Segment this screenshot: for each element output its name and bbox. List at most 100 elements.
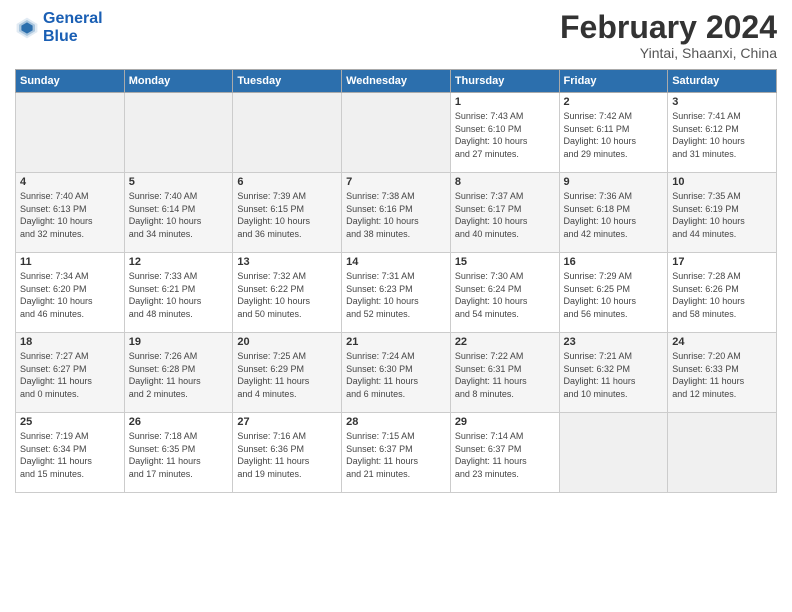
day-number: 9 [564, 176, 664, 188]
day-number: 10 [672, 176, 772, 188]
day-info: Sunrise: 7:25 AM Sunset: 6:29 PM Dayligh… [237, 350, 337, 400]
day-info: Sunrise: 7:16 AM Sunset: 6:36 PM Dayligh… [237, 430, 337, 480]
calendar-cell: 1Sunrise: 7:43 AM Sunset: 6:10 PM Daylig… [450, 93, 559, 173]
day-number: 17 [672, 256, 772, 268]
day-number: 23 [564, 336, 664, 348]
day-info: Sunrise: 7:19 AM Sunset: 6:34 PM Dayligh… [20, 430, 120, 480]
calendar-cell: 10 Sunrise: 7:35 AM Sunset: 6:19 PM Dayli… [668, 173, 777, 253]
calendar-week-2: 4Sunrise: 7:40 AM Sunset: 6:13 PM Daylig… [16, 173, 777, 253]
day-info: Sunrise: 7:24 AM Sunset: 6:30 PM Dayligh… [346, 350, 446, 400]
header: General Blue February 2024 Yintai, Shaan… [15, 10, 777, 61]
day-number: 6 [237, 176, 337, 188]
day-number: 25 [20, 416, 120, 428]
day-number: 2 [564, 96, 664, 108]
calendar-table: SundayMondayTuesdayWednesdayThursdayFrid… [15, 69, 777, 493]
day-number: 1 [455, 96, 555, 108]
calendar-cell: 28Sunrise: 7:15 AM Sunset: 6:37 PM Dayli… [342, 413, 451, 493]
day-number: 4 [20, 176, 120, 188]
day-number: 24 [672, 336, 772, 348]
calendar-cell [559, 413, 668, 493]
page-container: General Blue February 2024 Yintai, Shaan… [0, 0, 792, 503]
title-block: February 2024 Yintai, Shaanxi, China [560, 10, 777, 61]
calendar-cell: 18 Sunrise: 7:27 AM Sunset: 6:27 PM Dayli… [16, 333, 125, 413]
day-info: Sunrise: 7:26 AM Sunset: 6:28 PM Dayligh… [129, 350, 229, 400]
calendar-cell: 22Sunrise: 7:22 AM Sunset: 6:31 PM Dayli… [450, 333, 559, 413]
day-info: Sunrise: 7:36 AM Sunset: 6:18 PM Dayligh… [564, 190, 664, 240]
day-number: 21 [346, 336, 446, 348]
day-info: Sunrise: 7:28 AM Sunset: 6:26 PM Dayligh… [672, 270, 772, 320]
day-info: Sunrise: 7:42 AM Sunset: 6:11 PM Dayligh… [564, 110, 664, 160]
day-info: Sunrise: 7:41 AM Sunset: 6:12 PM Dayligh… [672, 110, 772, 160]
calendar-cell: 23 Sunrise: 7:21 AM Sunset: 6:32 PM Dayli… [559, 333, 668, 413]
day-number: 29 [455, 416, 555, 428]
day-number: 8 [455, 176, 555, 188]
day-info: Sunrise: 7:27 AM Sunset: 6:27 PM Dayligh… [20, 350, 120, 400]
day-number: 16 [564, 256, 664, 268]
day-info: Sunrise: 7:34 AM Sunset: 6:20 PM Dayligh… [20, 270, 120, 320]
weekday-header-row: SundayMondayTuesdayWednesdayThursdayFrid… [16, 70, 777, 93]
calendar-cell: 11 Sunrise: 7:34 AM Sunset: 6:20 PM Dayli… [16, 253, 125, 333]
calendar-cell: 24Sunrise: 7:20 AM Sunset: 6:33 PM Dayli… [668, 333, 777, 413]
calendar-cell: 29 Sunrise: 7:14 AM Sunset: 6:37 PM Dayli… [450, 413, 559, 493]
day-number: 28 [346, 416, 446, 428]
calendar-cell: 26 Sunrise: 7:18 AM Sunset: 6:35 PM Dayli… [124, 413, 233, 493]
calendar-cell [668, 413, 777, 493]
weekday-header-wednesday: Wednesday [342, 70, 451, 93]
day-info: Sunrise: 7:33 AM Sunset: 6:21 PM Dayligh… [129, 270, 229, 320]
calendar-cell: 6 Sunrise: 7:39 AM Sunset: 6:15 PM Daylig… [233, 173, 342, 253]
calendar-cell: 9 Sunrise: 7:36 AM Sunset: 6:18 PM Daylig… [559, 173, 668, 253]
calendar-cell: 21 Sunrise: 7:24 AM Sunset: 6:30 PM Dayli… [342, 333, 451, 413]
calendar-week-4: 18 Sunrise: 7:27 AM Sunset: 6:27 PM Dayli… [16, 333, 777, 413]
day-number: 20 [237, 336, 337, 348]
day-info: Sunrise: 7:38 AM Sunset: 6:16 PM Dayligh… [346, 190, 446, 240]
day-number: 7 [346, 176, 446, 188]
calendar-cell: 2 Sunrise: 7:42 AM Sunset: 6:11 PM Daylig… [559, 93, 668, 173]
day-number: 15 [455, 256, 555, 268]
weekday-header-sunday: Sunday [16, 70, 125, 93]
calendar-cell: 17 Sunrise: 7:28 AM Sunset: 6:26 PM Dayli… [668, 253, 777, 333]
calendar-cell: 15 Sunrise: 7:30 AM Sunset: 6:24 PM Dayli… [450, 253, 559, 333]
day-info: Sunrise: 7:37 AM Sunset: 6:17 PM Dayligh… [455, 190, 555, 240]
weekday-header-friday: Friday [559, 70, 668, 93]
day-number: 13 [237, 256, 337, 268]
calendar-cell: 12 Sunrise: 7:33 AM Sunset: 6:21 PM Dayli… [124, 253, 233, 333]
calendar-cell: 5Sunrise: 7:40 AM Sunset: 6:14 PM Daylig… [124, 173, 233, 253]
day-info: Sunrise: 7:18 AM Sunset: 6:35 PM Dayligh… [129, 430, 229, 480]
calendar-cell [124, 93, 233, 173]
day-number: 27 [237, 416, 337, 428]
day-number: 14 [346, 256, 446, 268]
day-info: Sunrise: 7:30 AM Sunset: 6:24 PM Dayligh… [455, 270, 555, 320]
calendar-week-3: 11 Sunrise: 7:34 AM Sunset: 6:20 PM Dayli… [16, 253, 777, 333]
day-number: 11 [20, 256, 120, 268]
main-title: February 2024 [560, 10, 777, 45]
logo-text: General Blue [43, 10, 103, 45]
calendar-week-1: 1Sunrise: 7:43 AM Sunset: 6:10 PM Daylig… [16, 93, 777, 173]
calendar-cell [233, 93, 342, 173]
calendar-cell: 8 Sunrise: 7:37 AM Sunset: 6:17 PM Daylig… [450, 173, 559, 253]
day-info: Sunrise: 7:35 AM Sunset: 6:19 PM Dayligh… [672, 190, 772, 240]
day-number: 22 [455, 336, 555, 348]
day-info: Sunrise: 7:32 AM Sunset: 6:22 PM Dayligh… [237, 270, 337, 320]
calendar-cell: 4Sunrise: 7:40 AM Sunset: 6:13 PM Daylig… [16, 173, 125, 253]
day-number: 5 [129, 176, 229, 188]
calendar-week-5: 25 Sunrise: 7:19 AM Sunset: 6:34 PM Dayli… [16, 413, 777, 493]
calendar-cell: 7 Sunrise: 7:38 AM Sunset: 6:16 PM Daylig… [342, 173, 451, 253]
day-info: Sunrise: 7:14 AM Sunset: 6:37 PM Dayligh… [455, 430, 555, 480]
day-number: 18 [20, 336, 120, 348]
weekday-header-saturday: Saturday [668, 70, 777, 93]
day-info: Sunrise: 7:29 AM Sunset: 6:25 PM Dayligh… [564, 270, 664, 320]
calendar-cell: 25 Sunrise: 7:19 AM Sunset: 6:34 PM Dayli… [16, 413, 125, 493]
calendar-cell: 19 Sunrise: 7:26 AM Sunset: 6:28 PM Dayli… [124, 333, 233, 413]
day-number: 19 [129, 336, 229, 348]
day-number: 26 [129, 416, 229, 428]
calendar-cell: 3 Sunrise: 7:41 AM Sunset: 6:12 PM Daylig… [668, 93, 777, 173]
calendar-cell: 14Sunrise: 7:31 AM Sunset: 6:23 PM Dayli… [342, 253, 451, 333]
day-number: 12 [129, 256, 229, 268]
day-info: Sunrise: 7:21 AM Sunset: 6:32 PM Dayligh… [564, 350, 664, 400]
weekday-header-monday: Monday [124, 70, 233, 93]
calendar-cell: 16 Sunrise: 7:29 AM Sunset: 6:25 PM Dayli… [559, 253, 668, 333]
calendar-cell: 20 Sunrise: 7:25 AM Sunset: 6:29 PM Dayli… [233, 333, 342, 413]
day-info: Sunrise: 7:39 AM Sunset: 6:15 PM Dayligh… [237, 190, 337, 240]
day-number: 3 [672, 96, 772, 108]
logo: General Blue [15, 10, 103, 45]
